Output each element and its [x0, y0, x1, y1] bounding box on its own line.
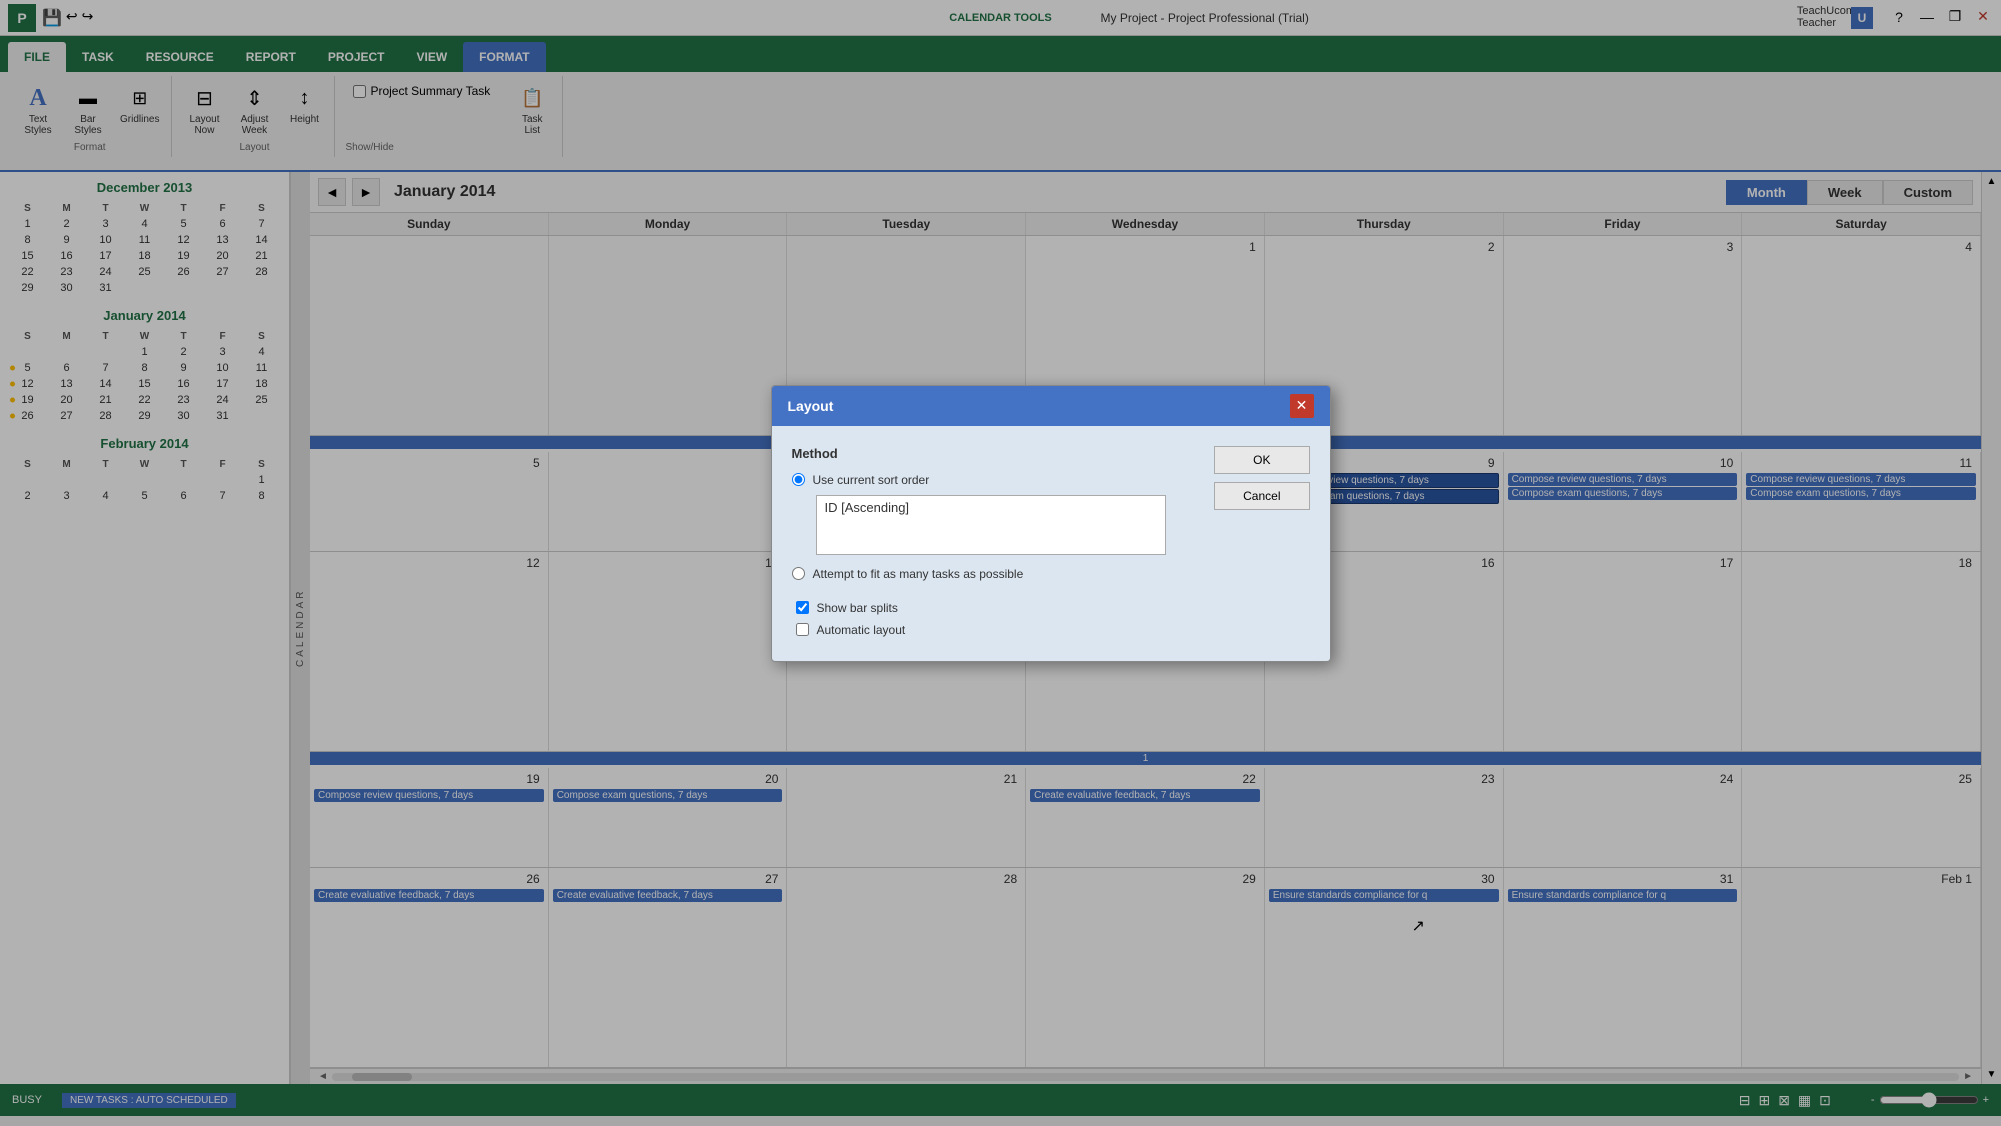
modal-checkbox2-label: Automatic layout [817, 623, 906, 637]
modal-radio1-label: Use current sort order [813, 473, 930, 487]
modal-sort-box: ID [Ascending] [816, 495, 1166, 555]
modal-radio2-row: Attempt to fit as many tasks as possible [792, 567, 1310, 581]
modal-checkbox2-row: Automatic layout [796, 623, 1310, 637]
modal-checkbox1-row: Show bar splits [796, 601, 1310, 615]
modal-ok-btn[interactable]: OK [1214, 446, 1309, 474]
modal-btn-col: OK Cancel [1214, 446, 1309, 510]
modal-close-btn[interactable]: ✕ [1290, 394, 1314, 418]
modal-overlay: Layout ✕ Method Use current sort order I… [0, 0, 2001, 1126]
modal-body: Method Use current sort order ID [Ascend… [772, 426, 1330, 661]
modal-radio2[interactable] [792, 567, 805, 580]
modal-title-bar: Layout ✕ [772, 386, 1330, 426]
modal-cancel-btn[interactable]: Cancel [1214, 482, 1309, 510]
modal-checkbox-bar-splits[interactable] [796, 601, 809, 614]
modal-title: Layout [788, 398, 834, 414]
cursor: ↗ [1412, 916, 1425, 936]
modal-checkbox1-label: Show bar splits [817, 601, 898, 615]
modal-radio2-label: Attempt to fit as many tasks as possible [813, 567, 1024, 581]
modal-checkbox-auto-layout[interactable] [796, 623, 809, 636]
modal-radio1[interactable] [792, 473, 805, 486]
layout-dialog: Layout ✕ Method Use current sort order I… [771, 385, 1331, 662]
